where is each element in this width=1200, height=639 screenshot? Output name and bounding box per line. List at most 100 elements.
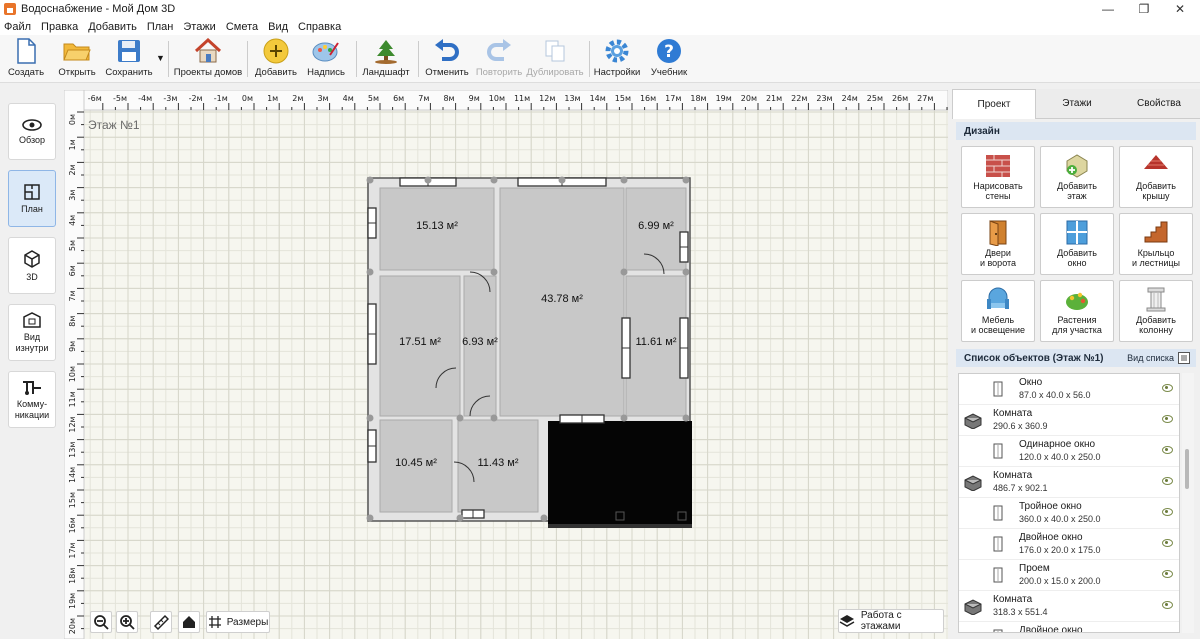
open-button[interactable]: Открыть (56, 37, 98, 81)
plan-canvas[interactable]: -6м -5м -4м -3м -2м -1м 0м 1м 2м 3м 4м 5м 6м 7м 8м 9м 10… (64, 90, 948, 639)
porch-stairs-button[interactable]: Крыльцо и лестницы (1119, 213, 1193, 275)
tutorial-button[interactable]: ? Учебник (648, 37, 690, 81)
measure-button[interactable] (150, 611, 172, 633)
visibility-eye-icon[interactable] (1162, 632, 1173, 633)
room-area-label: 11.43 м² (478, 457, 519, 469)
redo-button[interactable]: Повторить (476, 37, 522, 81)
floors-work-button[interactable]: Работа с этажами (838, 609, 944, 633)
add-roof-button[interactable]: Добавить крышу (1119, 146, 1193, 208)
add-button[interactable]: Добавить (254, 37, 298, 81)
visibility-eye-icon[interactable] (1162, 570, 1173, 578)
wall-node[interactable] (620, 414, 628, 422)
house-outline[interactable]: 15.13 м² 43.78 м² 6.99 м² 17.51 м² 6.93 м² 11… (366, 176, 693, 529)
menu-add[interactable]: Добавить (88, 21, 137, 33)
object-list-item[interactable]: Одинарное окно 120.0 x 40.0 x 250.0 (959, 436, 1179, 467)
add-floor-button[interactable]: Добавить этаж (1040, 146, 1114, 208)
wall-node[interactable] (490, 176, 498, 184)
draw-walls-button[interactable]: Нарисовать стены (961, 146, 1035, 208)
settings-button[interactable]: Настройки (594, 37, 640, 81)
wall-node[interactable] (490, 268, 498, 276)
wall-node[interactable] (558, 176, 566, 184)
home-view-button[interactable] (178, 611, 200, 633)
menu-edit[interactable]: Правка (41, 21, 78, 33)
view-overview-button[interactable]: Обзор (8, 103, 56, 160)
list-view-toggle[interactable]: Вид списка (1127, 352, 1190, 364)
object-list-scrollbar[interactable] (1182, 373, 1194, 633)
visibility-eye-icon[interactable] (1162, 539, 1173, 547)
object-list-item[interactable]: Двойное окно (959, 622, 1179, 633)
object-list-item[interactable]: Комната 486.7 x 902.1 (959, 467, 1179, 498)
create-button[interactable]: Создать (6, 37, 46, 81)
visibility-eye-icon[interactable] (1162, 384, 1173, 392)
wall-node[interactable] (456, 414, 464, 422)
plants-button[interactable]: Растения для участка (1040, 280, 1114, 342)
tab-floors[interactable]: Этажи (1036, 89, 1118, 119)
wall-node[interactable] (366, 514, 374, 522)
menu-plan[interactable]: План (147, 21, 174, 33)
menu-floors[interactable]: Этажи (183, 21, 215, 33)
menu-estimate[interactable]: Смета (226, 21, 258, 33)
ruler-x-label: 4м (343, 94, 354, 103)
view-3d-button[interactable]: 3D (8, 237, 56, 294)
ruler-x-label: -3м (163, 94, 177, 103)
scrollbar-thumb[interactable] (1185, 449, 1189, 489)
duplicate-button[interactable]: Дублировать (526, 37, 584, 81)
visibility-eye-icon[interactable] (1162, 446, 1173, 454)
maximize-icon[interactable]: ❐ (1126, 0, 1162, 18)
add-window-button[interactable]: Добавить окно (1040, 213, 1114, 275)
menu-help[interactable]: Справка (298, 21, 341, 33)
save-button[interactable]: Сохранить (104, 37, 154, 81)
view-utilities-button[interactable]: Комму- никации (8, 371, 56, 428)
wall-node[interactable] (620, 268, 628, 276)
ruler-x-label: 16м (640, 94, 656, 103)
wall-node[interactable] (366, 414, 374, 422)
visibility-eye-icon[interactable] (1162, 415, 1173, 423)
ruler-icon (153, 614, 169, 630)
wall-node[interactable] (366, 176, 374, 184)
view-plan-button[interactable]: План (8, 170, 56, 227)
room-object-icon (963, 473, 982, 492)
wall-node[interactable] (540, 514, 548, 522)
window-object-icon (989, 380, 1007, 398)
landscape-button[interactable]: Ландшафт (362, 37, 410, 81)
object-list-item[interactable]: Тройное окно 360.0 x 40.0 x 250.0 (959, 498, 1179, 529)
wall-node[interactable] (682, 268, 690, 276)
right-tabs: Проект Этажи Свойства (952, 89, 1200, 119)
wall-node[interactable] (456, 514, 464, 522)
view-interior-button[interactable]: Вид изнутри (8, 304, 56, 361)
ruler-y-label: 18м (68, 568, 77, 584)
visibility-eye-icon[interactable] (1162, 508, 1173, 516)
undo-button[interactable]: Отменить (424, 37, 470, 81)
object-list-item[interactable]: Комната 318.3 x 551.4 (959, 591, 1179, 622)
label-button[interactable]: Надпись (306, 37, 346, 81)
zoom-out-button[interactable] (90, 611, 112, 633)
zoom-in-button[interactable] (116, 611, 138, 633)
visibility-eye-icon[interactable] (1162, 477, 1173, 485)
wall-node[interactable] (366, 268, 374, 276)
wall-node[interactable] (490, 414, 498, 422)
tab-project[interactable]: Проект (952, 89, 1036, 119)
close-icon[interactable]: ✕ (1162, 0, 1198, 18)
floor-plan[interactable]: -6м -5м -4м -3м -2м -1м 0м 1м 2м 3м 4м 5м 6м 7м 8м 9м 10… (64, 90, 948, 639)
ruler-y-label: 9м (68, 341, 77, 352)
object-list-item[interactable]: Комната 290.6 x 360.9 (959, 405, 1179, 436)
doors-gates-button[interactable]: Двери и ворота (961, 213, 1035, 275)
wall-node[interactable] (682, 176, 690, 184)
dimensions-button[interactable]: Размеры (206, 611, 270, 633)
tab-properties[interactable]: Свойства (1118, 89, 1200, 119)
wall-node[interactable] (682, 414, 690, 422)
house-projects-button[interactable]: Проекты домов (174, 37, 242, 81)
save-dropdown-icon[interactable]: ▼ (156, 53, 165, 63)
menu-file[interactable]: Файл (4, 21, 31, 33)
wall-node[interactable] (424, 176, 432, 184)
object-list[interactable]: Окно 87.0 x 40.0 x 56.0 Комната 290.6 x 360… (958, 373, 1180, 633)
object-list-item[interactable]: Двойное окно 176.0 x 20.0 x 175.0 (959, 529, 1179, 560)
menu-view[interactable]: Вид (268, 21, 288, 33)
minimize-icon[interactable]: — (1090, 0, 1126, 18)
wall-node[interactable] (620, 176, 628, 184)
visibility-eye-icon[interactable] (1162, 601, 1173, 609)
add-column-button[interactable]: Добавить колонну (1119, 280, 1193, 342)
furniture-lighting-button[interactable]: Мебель и освещение (961, 280, 1035, 342)
object-list-item[interactable]: Окно 87.0 x 40.0 x 56.0 (959, 374, 1179, 405)
object-list-item[interactable]: Проем 200.0 x 15.0 x 200.0 (959, 560, 1179, 591)
